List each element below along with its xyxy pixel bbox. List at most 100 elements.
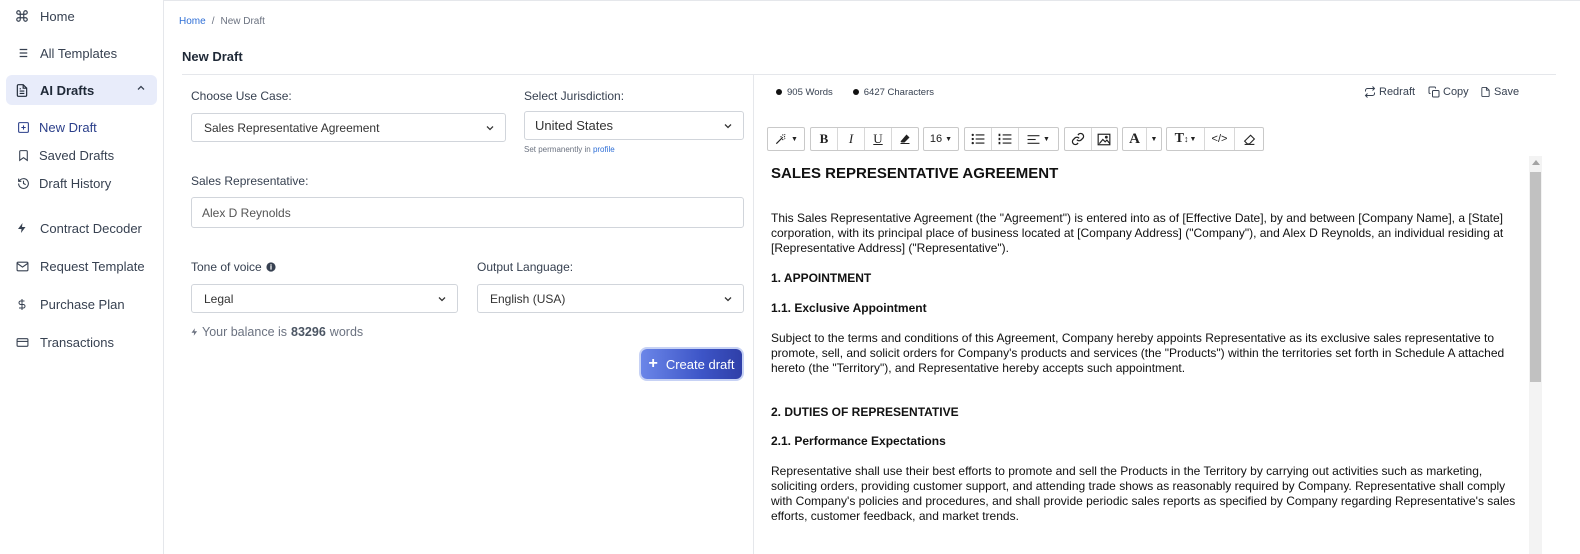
balance-text: Your balance is 83296 words [190, 325, 363, 339]
magic-wand-icon [774, 132, 788, 146]
chevron-down-icon [484, 122, 496, 137]
info-icon[interactable] [266, 262, 276, 272]
breadcrumb-home-link[interactable]: Home [179, 16, 206, 27]
scrollbar-thumb[interactable] [1530, 172, 1541, 382]
breadcrumb: Home / New Draft [179, 16, 265, 27]
nav-home[interactable]: Home [6, 1, 157, 31]
use-case-select[interactable]: Sales Representative Agreement [191, 113, 506, 142]
panel-divider [753, 75, 754, 554]
font-color-dropdown[interactable]: A ▼ [1122, 127, 1162, 151]
nav-contract-decoder[interactable]: Contract Decoder [6, 213, 157, 243]
copy-button[interactable]: Copy [1428, 86, 1469, 98]
font-size-value: 16 [929, 133, 943, 145]
font-size-dropdown[interactable]: 16 ▼ [923, 127, 959, 151]
save-button[interactable]: Save [1480, 86, 1519, 98]
bullet-list-icon [971, 133, 985, 145]
bullet-list-button[interactable] [965, 128, 992, 150]
image-button[interactable] [1092, 128, 1118, 150]
chevron-up-icon[interactable] [135, 82, 147, 97]
code-view-button[interactable]: </> [1205, 128, 1235, 150]
caret-down-icon: ▼ [1189, 135, 1197, 143]
list-icon [14, 45, 30, 61]
dollar-icon [14, 296, 30, 312]
text-size-dropdown[interactable]: T ↕ ▼ [1167, 128, 1205, 150]
command-icon [14, 8, 30, 24]
nav-home-label: Home [40, 8, 75, 24]
nav-new-draft[interactable]: New Draft [16, 116, 97, 138]
caret-down-icon: ▼ [1043, 135, 1050, 143]
tone-value: Legal [204, 291, 234, 306]
nav-saved-drafts[interactable]: Saved Drafts [16, 144, 114, 166]
create-draft-button[interactable]: + Create draft [641, 349, 742, 379]
ai-magic-dropdown[interactable]: ▼ [767, 127, 805, 151]
magic-wand-button[interactable]: ▼ [768, 128, 804, 150]
language-select[interactable]: English (USA) [477, 284, 744, 313]
breadcrumb-current: New Draft [220, 16, 265, 27]
editor-content[interactable]: SALES REPRESENTATIVE AGREEMENT This Sale… [763, 156, 1529, 554]
jurisdiction-hint-text: Set permanently in [524, 145, 591, 154]
nav-purchase-plan[interactable]: Purchase Plan [6, 289, 157, 319]
highlight-button[interactable] [892, 128, 918, 150]
nav-new-draft-label: New Draft [39, 119, 97, 135]
plus-square-icon [16, 120, 30, 134]
create-draft-label: Create draft [665, 356, 735, 372]
use-case-value: Sales Representative Agreement [204, 120, 380, 135]
font-color-caret[interactable]: ▼ [1147, 128, 1161, 150]
italic-button[interactable]: I [838, 128, 865, 150]
top-divider [164, 0, 1580, 1]
image-icon [1097, 133, 1111, 146]
section-1-heading: 1. APPOINTMENT [771, 271, 872, 285]
eraser-icon [1243, 133, 1256, 145]
nav-draft-history[interactable]: Draft History [16, 172, 111, 194]
editor-stats: 905 Words 6427 Characters [776, 87, 934, 98]
caret-down-icon: ▼ [945, 135, 953, 143]
credit-card-icon [14, 334, 30, 350]
nav-ai-drafts-label: AI Drafts [40, 82, 95, 98]
clear-format-button[interactable] [1235, 128, 1263, 150]
align-dropdown[interactable]: ▼ [1019, 128, 1058, 150]
scroll-up-arrow-icon[interactable] [1532, 160, 1540, 165]
word-count: 905 Words [776, 87, 833, 98]
nav-ai-drafts[interactable]: AI Drafts [6, 75, 157, 105]
numbered-list-icon [998, 133, 1012, 145]
format-group: B I U [810, 127, 919, 151]
font-color-button[interactable]: A [1123, 128, 1147, 150]
sales-rep-label: Sales Representative: [191, 174, 309, 188]
nav-request-template-label: Request Template [40, 258, 145, 274]
numbered-list-button[interactable] [992, 128, 1019, 150]
profile-link[interactable]: profile [593, 145, 615, 154]
nav-saved-drafts-label: Saved Drafts [39, 147, 115, 163]
nav-transactions-label: Transactions [40, 334, 114, 350]
jurisdiction-select[interactable]: United States [524, 111, 744, 140]
caret-down-icon: ▼ [791, 135, 798, 143]
bold-button[interactable]: B [811, 128, 838, 150]
nav-draft-history-label: Draft History [39, 175, 112, 191]
underline-button[interactable]: U [865, 128, 892, 150]
chevron-down-icon [722, 120, 734, 135]
nav-all-templates-label: All Templates [40, 45, 118, 61]
tone-label-text: Tone of voice [191, 260, 262, 274]
balance-value: 83296 [291, 325, 326, 339]
save-label: Save [1494, 86, 1520, 98]
copy-label: Copy [1443, 86, 1469, 98]
use-case-label: Choose Use Case: [191, 89, 292, 103]
sidebar: Home All Templates AI Drafts New Draft S… [0, 0, 164, 554]
document-intro: This Sales Representative Agreement (the… [771, 211, 1504, 255]
nav-request-template[interactable]: Request Template [6, 251, 157, 281]
header-divider [182, 74, 1556, 75]
section-1-1-heading: 1.1. Exclusive Appointment [771, 301, 927, 315]
sales-rep-input[interactable]: Alex D Reynolds [191, 197, 744, 228]
tone-select[interactable]: Legal [191, 284, 458, 313]
chevron-down-icon [436, 293, 448, 308]
text-tools-group: T ↕ ▼ </> [1166, 127, 1264, 151]
line-height-icon: ↕ [1183, 134, 1189, 144]
text-size-label: T [1174, 131, 1184, 146]
nav-all-templates[interactable]: All Templates [6, 38, 157, 68]
caret-down-icon: ▼ [1150, 135, 1158, 143]
link-button[interactable] [1065, 128, 1092, 150]
history-icon [16, 176, 30, 190]
font-size-button[interactable]: 16 ▼ [924, 128, 958, 150]
nav-transactions[interactable]: Transactions [6, 327, 157, 357]
tone-label: Tone of voice [191, 260, 276, 274]
redraft-button[interactable]: Redraft [1364, 86, 1415, 98]
